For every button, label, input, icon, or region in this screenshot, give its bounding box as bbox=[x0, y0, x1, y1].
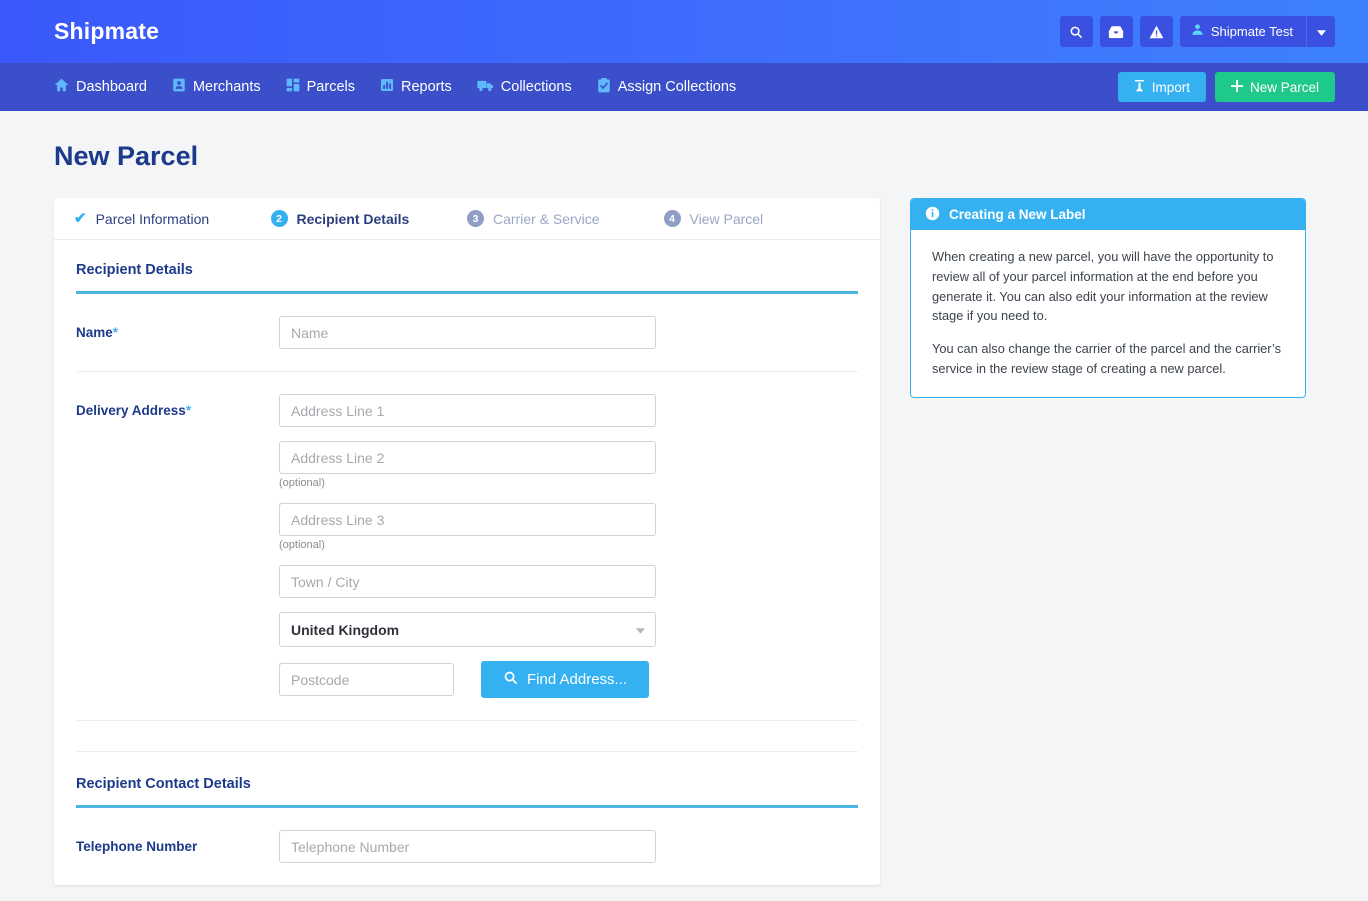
info-panel-creating-new-label: Creating a New Label When creating a new… bbox=[910, 198, 1306, 398]
wizard-step-label: Carrier & Service bbox=[493, 210, 600, 227]
clipboard-check-icon bbox=[597, 77, 611, 97]
nav-label: Parcels bbox=[306, 79, 355, 95]
wizard-step-label: View Parcel bbox=[689, 210, 764, 227]
label-name-text: Name bbox=[76, 325, 113, 340]
required-marker: * bbox=[185, 403, 192, 418]
find-address-button[interactable]: Find Address... bbox=[481, 661, 650, 698]
alerts-button[interactable] bbox=[1139, 16, 1173, 47]
inbox-button[interactable] bbox=[1099, 16, 1133, 47]
info-icon bbox=[925, 206, 940, 224]
info-panel-title: Creating a New Label bbox=[949, 207, 1086, 222]
name-input[interactable] bbox=[279, 316, 656, 349]
control-telephone bbox=[279, 830, 858, 863]
plus-icon bbox=[1230, 79, 1243, 95]
nav-items: Dashboard Merchants Parcels Reports Coll bbox=[54, 77, 737, 97]
nav-item-reports[interactable]: Reports bbox=[380, 78, 452, 96]
address-line-2-hint: (optional) bbox=[279, 477, 325, 489]
nav-label: Merchants bbox=[192, 79, 261, 95]
wizard-step-label: Recipient Details bbox=[296, 210, 410, 227]
user-menu-trigger[interactable]: Shipmate Test bbox=[1180, 16, 1306, 47]
home-icon bbox=[54, 78, 69, 96]
nav-item-merchants[interactable]: Merchants bbox=[172, 78, 261, 96]
import-button-label: Import bbox=[1151, 79, 1190, 95]
section-heading-recipient-contact-details: Recipient Contact Details bbox=[76, 776, 858, 808]
truck-icon bbox=[477, 79, 494, 96]
step-number-badge: 3 bbox=[467, 210, 484, 227]
step-number-badge: 2 bbox=[270, 210, 288, 227]
nav-item-assign-collections[interactable]: Assign Collections bbox=[597, 77, 737, 97]
section-divider bbox=[76, 751, 858, 752]
header-actions: Shipmate Test bbox=[1059, 16, 1335, 47]
upload-icon bbox=[1134, 79, 1145, 95]
form-body: Recipient Details Name* Delivery Address… bbox=[54, 240, 880, 885]
user-menu[interactable]: Shipmate Test bbox=[1179, 16, 1335, 47]
new-parcel-button-label: New Parcel bbox=[1249, 79, 1319, 95]
new-parcel-form-card: ✔ Parcel Information 2 Recipient Details… bbox=[54, 198, 880, 885]
chevron-down-icon bbox=[1316, 23, 1326, 41]
nav-label: Collections bbox=[500, 79, 572, 95]
address-line-1-input[interactable] bbox=[279, 394, 656, 427]
top-header-bar: Shipmate Shipmate Test bbox=[0, 0, 1368, 63]
section-heading-recipient-details: Recipient Details bbox=[76, 262, 858, 294]
postcode-row: Find Address... bbox=[279, 661, 858, 698]
page-title: New Parcel bbox=[54, 141, 199, 171]
control-delivery-address: (optional) (optional) United Kingdom bbox=[279, 394, 858, 698]
inbox-icon bbox=[1108, 25, 1124, 39]
label-delivery-address-text: Delivery Address bbox=[76, 403, 186, 418]
field-row-telephone: Telephone Number bbox=[76, 808, 858, 885]
brand-logo[interactable]: Shipmate bbox=[54, 18, 159, 45]
search-icon bbox=[1069, 25, 1083, 39]
import-button[interactable]: Import bbox=[1117, 72, 1206, 102]
page-content: New Parcel ✔ Parcel Information 2 Recipi… bbox=[0, 111, 1368, 885]
nav-action-buttons: Import New Parcel bbox=[1117, 72, 1335, 102]
wizard-step-carrier-service[interactable]: 3 Carrier & Service bbox=[467, 210, 664, 227]
address-line-3-hint: (optional) bbox=[279, 539, 325, 551]
contact-card-icon bbox=[172, 78, 186, 96]
find-address-button-label: Find Address... bbox=[527, 671, 628, 688]
info-paragraph: You can also change the carrier of the p… bbox=[932, 341, 1282, 377]
wizard-step-label: Parcel Information bbox=[95, 210, 210, 227]
label-name: Name* bbox=[76, 316, 279, 340]
user-menu-caret-button[interactable] bbox=[1306, 16, 1335, 47]
nav-item-dashboard[interactable]: Dashboard bbox=[54, 78, 147, 96]
user-name: Shipmate Test bbox=[1210, 24, 1293, 39]
town-city-input[interactable] bbox=[279, 565, 656, 598]
postcode-input[interactable] bbox=[279, 663, 454, 696]
alert-icon bbox=[1149, 25, 1164, 39]
main-navigation-bar: Dashboard Merchants Parcels Reports Coll bbox=[0, 63, 1368, 111]
step-number-badge: 4 bbox=[663, 210, 681, 227]
field-row-name: Name* bbox=[76, 294, 858, 372]
info-panel-body: When creating a new parcel, you will hav… bbox=[911, 230, 1305, 397]
info-paragraph: When creating a new parcel, you will hav… bbox=[932, 249, 1274, 324]
nav-label: Dashboard bbox=[76, 79, 147, 95]
bar-chart-icon bbox=[380, 78, 394, 96]
label-telephone: Telephone Number bbox=[76, 839, 198, 854]
check-icon: ✔ bbox=[74, 210, 87, 227]
page-layout: ✔ Parcel Information 2 Recipient Details… bbox=[54, 198, 1314, 885]
wizard-step-view-parcel[interactable]: 4 View Parcel bbox=[663, 210, 861, 227]
grid-blocks-icon bbox=[286, 78, 300, 96]
field-row-delivery-address: Delivery Address* (optional) (optional) … bbox=[76, 372, 858, 721]
new-parcel-button[interactable]: New Parcel bbox=[1214, 72, 1335, 102]
nav-label: Reports bbox=[401, 79, 452, 95]
required-marker: * bbox=[112, 325, 119, 340]
nav-item-parcels[interactable]: Parcels bbox=[286, 78, 355, 96]
search-button[interactable] bbox=[1059, 16, 1093, 47]
wizard-steps: ✔ Parcel Information 2 Recipient Details… bbox=[54, 198, 880, 240]
label-delivery-address: Delivery Address* bbox=[76, 394, 279, 418]
nav-item-collections[interactable]: Collections bbox=[477, 79, 572, 96]
country-select[interactable]: United Kingdom bbox=[279, 612, 656, 647]
info-panel-header: Creating a New Label bbox=[911, 199, 1305, 230]
country-select-wrapper: United Kingdom bbox=[279, 612, 656, 647]
telephone-input[interactable] bbox=[279, 830, 656, 863]
address-line-3-input[interactable] bbox=[279, 503, 656, 536]
wizard-step-parcel-information[interactable]: ✔ Parcel Information bbox=[74, 211, 271, 227]
nav-label: Assign Collections bbox=[617, 79, 737, 95]
control-name bbox=[279, 316, 858, 349]
wizard-step-recipient-details[interactable]: 2 Recipient Details bbox=[270, 210, 468, 227]
address-line-2-input[interactable] bbox=[279, 441, 656, 474]
search-icon bbox=[503, 670, 518, 689]
user-avatar-icon bbox=[1191, 23, 1204, 41]
